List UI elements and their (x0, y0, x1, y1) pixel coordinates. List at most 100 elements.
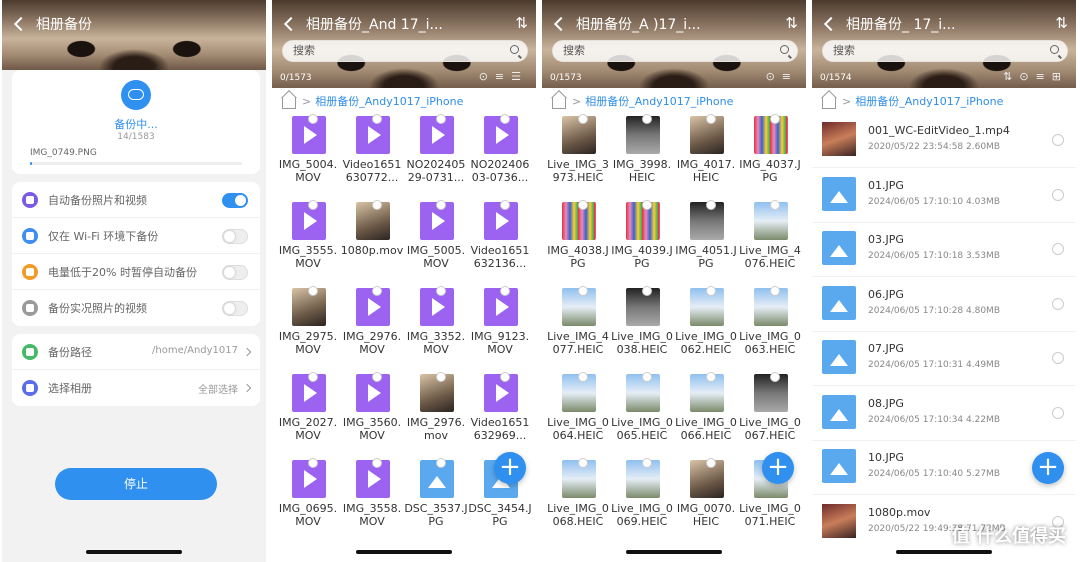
grid-item[interactable]: Video1651632969... (468, 372, 532, 460)
grid-item[interactable]: Video1651632136... (468, 200, 532, 288)
search-input[interactable]: 搜索 (282, 40, 528, 62)
select-radio[interactable] (500, 372, 510, 382)
sort-icon[interactable]: ⇅ (515, 14, 528, 32)
select-radio[interactable] (372, 114, 382, 124)
grid-item[interactable]: IMG_5005.MOV (404, 200, 468, 288)
low-battery-toggle[interactable] (222, 265, 248, 280)
grid-item[interactable]: Live_IMG_0067.HEIC (738, 372, 802, 460)
toolbar-icons[interactable]: ⇅⊙≡⊞ (1003, 70, 1068, 83)
stop-button[interactable]: 停止 (55, 468, 217, 500)
home-icon[interactable] (822, 97, 836, 109)
select-radio[interactable] (1052, 297, 1064, 310)
select-radio[interactable] (706, 286, 716, 296)
file-list-item[interactable]: 01.JPG 2024/06/05 17:10:10 4.03MB (812, 169, 1076, 223)
grid-item[interactable]: Live_IMG_0064.HEIC (546, 372, 610, 460)
select-radio[interactable] (436, 200, 446, 210)
select-radio[interactable] (1052, 243, 1064, 255)
select-radio[interactable] (1052, 352, 1064, 364)
grid-item[interactable]: NO20240529-0731... (404, 114, 468, 202)
grid-item[interactable]: IMG_4038.JPG (546, 200, 610, 288)
grid-item[interactable]: Video1651630772... (340, 114, 404, 202)
grid-item[interactable]: NO20240603-0736... (468, 114, 532, 202)
select-radio[interactable] (372, 458, 382, 468)
home-icon[interactable] (552, 97, 566, 109)
grid-item[interactable]: IMG_2975.MOV (276, 286, 340, 374)
select-radio[interactable] (500, 114, 510, 124)
file-list-item[interactable]: 08.JPG 2024/06/05 17:10:34 4.22MB (812, 387, 1076, 441)
toolbar-icons[interactable]: ⊙≡ (766, 70, 798, 83)
grid-item[interactable]: IMG_3560.MOV (340, 372, 404, 460)
toolbar-icons[interactable]: ⊙≡☰ (479, 70, 528, 83)
grid-item[interactable]: IMG_3558.MOV (340, 458, 404, 540)
grid-item[interactable]: IMG_0070.HEIC (674, 458, 738, 540)
grid-item[interactable]: IMG_4017.HEIC (674, 114, 738, 202)
grid-item[interactable]: IMG_2027.MOV (276, 372, 340, 460)
file-list-item[interactable]: 06.JPG 2024/06/05 17:10:28 4.80MB (812, 278, 1076, 332)
select-radio[interactable] (770, 372, 780, 382)
select-radio[interactable] (372, 372, 382, 382)
grid-item[interactable]: IMG_3998.HEIC (610, 114, 674, 202)
select-radio[interactable] (642, 200, 652, 210)
grid-item[interactable]: 1080p.mov (340, 200, 404, 288)
select-radio[interactable] (706, 114, 716, 124)
grid-item[interactable]: Live_IMG_3973.HEIC (546, 114, 610, 202)
select-radio[interactable] (436, 114, 446, 124)
select-radio[interactable] (706, 458, 716, 468)
back-arrow-icon[interactable] (823, 16, 839, 32)
search-input[interactable]: 搜索 (552, 40, 798, 62)
select-radio[interactable] (500, 286, 510, 296)
select-radio[interactable] (308, 114, 318, 124)
select-radio[interactable] (706, 372, 716, 382)
select-radio[interactable] (578, 200, 588, 210)
grid-item[interactable]: IMG_2976.MOV (340, 286, 404, 374)
grid-item[interactable]: IMG_4039.JPG (610, 200, 674, 288)
grid-item[interactable]: IMG_0695.MOV (276, 458, 340, 540)
select-radio[interactable] (770, 114, 780, 124)
grid-item[interactable]: IMG_9123.MOV (468, 286, 532, 374)
select-radio[interactable] (500, 200, 510, 210)
select-radio[interactable] (308, 372, 318, 382)
breadcrumb-current[interactable]: 相册备份_Andy1017_iPhone (315, 93, 463, 109)
select-radio[interactable] (308, 200, 318, 210)
select-radio[interactable] (436, 458, 446, 468)
grid-item[interactable]: IMG_5004.MOV (276, 114, 340, 202)
select-radio[interactable] (642, 114, 652, 124)
grid-item[interactable]: Live_IMG_0062.HEIC (674, 286, 738, 374)
wifi-only-toggle[interactable] (222, 229, 248, 244)
back-arrow-icon[interactable] (283, 16, 299, 32)
grid-item[interactable]: Live_IMG_4076.HEIC (738, 200, 802, 288)
select-radio[interactable] (372, 200, 382, 210)
select-radio[interactable] (578, 372, 588, 382)
file-list-item[interactable]: 07.JPG 2024/06/05 17:10:31 4.49MB (812, 332, 1076, 386)
file-list-item[interactable]: 03.JPG 2024/06/05 17:10:18 3.53MB (812, 223, 1076, 277)
breadcrumb-current[interactable]: 相册备份_Andy1017_iPhone (585, 93, 733, 109)
select-radio[interactable] (578, 286, 588, 296)
select-radio[interactable] (372, 286, 382, 296)
select-radio[interactable] (642, 286, 652, 296)
grid-item[interactable]: Live_IMG_0038.HEIC (610, 286, 674, 374)
file-list-item[interactable]: 001_WC-EditVideo_1.mp4 2020/05/22 23:54:5… (812, 114, 1076, 168)
back-arrow-icon[interactable] (13, 16, 29, 32)
select-radio[interactable] (578, 114, 588, 124)
select-radio[interactable] (436, 286, 446, 296)
grid-item[interactable]: IMG_3555.MOV (276, 200, 340, 288)
back-arrow-icon[interactable] (553, 16, 569, 32)
select-radio[interactable] (642, 458, 652, 468)
select-radio[interactable] (308, 286, 318, 296)
grid-item[interactable]: Live_IMG_0066.HEIC (674, 372, 738, 460)
sort-icon[interactable]: ⇅ (785, 14, 798, 32)
grid-item[interactable]: Live_IMG_0068.HEIC (546, 458, 610, 540)
add-button[interactable]: + (762, 452, 794, 484)
grid-item[interactable]: Live_IMG_0063.HEIC (738, 286, 802, 374)
sort-icon[interactable]: ⇅ (1055, 14, 1068, 32)
select-radio[interactable] (1052, 406, 1064, 419)
grid-item[interactable]: IMG_4037.JPG (738, 114, 802, 202)
grid-item[interactable]: Live_IMG_4077.HEIC (546, 286, 610, 374)
live-photo-toggle[interactable] (222, 301, 248, 316)
backup-path-row[interactable]: 备份路径 /home/Andy1017 (12, 334, 260, 370)
auto-backup-toggle[interactable] (222, 193, 248, 208)
grid-item[interactable]: IMG_2976.mov (404, 372, 468, 460)
select-radio[interactable] (1052, 134, 1064, 146)
select-radio[interactable] (578, 458, 588, 468)
search-input[interactable]: 搜索 (822, 40, 1068, 62)
